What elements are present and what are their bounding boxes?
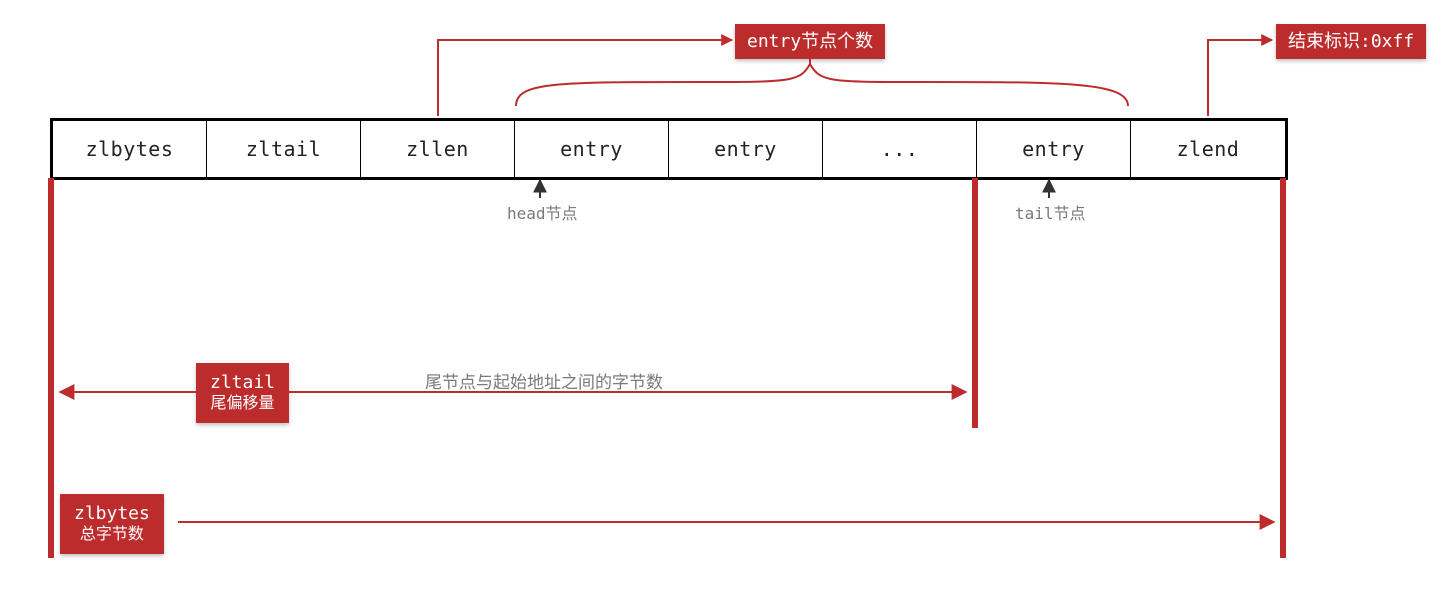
cell-entry-ellipsis: ... xyxy=(823,121,977,177)
vbar-end xyxy=(1280,178,1286,558)
arrows-overlay xyxy=(0,0,1443,593)
tag-entry-count: entry节点个数 xyxy=(735,24,885,59)
vbar-start xyxy=(48,178,54,558)
tag-zltail-title: zltail xyxy=(210,372,275,393)
tag-zlbytes-title: zlbytes xyxy=(74,503,150,524)
vbar-tail-entry-start xyxy=(972,178,978,428)
cell-zlbytes: zlbytes xyxy=(53,121,207,177)
note-head-node: head节点 xyxy=(507,200,578,224)
cell-entry-tail: entry xyxy=(977,121,1131,177)
tag-end-marker: 结束标识:0xff xyxy=(1276,24,1426,59)
cell-zltail: zltail xyxy=(207,121,361,177)
tag-zltail-sub: 尾偏移量 xyxy=(210,394,275,415)
cell-entry-2: entry xyxy=(669,121,823,177)
note-zltail-desc: 尾节点与起始地址之间的字节数 xyxy=(425,368,663,393)
brace-entries xyxy=(516,64,1128,106)
arrow-zllen-to-tag xyxy=(438,40,732,116)
note-tail-node: tail节点 xyxy=(1015,200,1086,224)
tag-zltail: zltail 尾偏移量 xyxy=(196,363,289,423)
cell-entry-head: entry xyxy=(515,121,669,177)
cell-zlend: zlend xyxy=(1131,121,1285,177)
cell-zllen: zllen xyxy=(361,121,515,177)
arrow-zlend-to-tag xyxy=(1208,40,1272,116)
diagram-stage: zlbytes zltail zllen entry entry ... ent… xyxy=(0,0,1443,593)
struct-row: zlbytes zltail zllen entry entry ... ent… xyxy=(50,118,1288,180)
tag-zlbytes: zlbytes 总字节数 xyxy=(60,494,164,554)
tag-zlbytes-sub: 总字节数 xyxy=(74,525,150,546)
